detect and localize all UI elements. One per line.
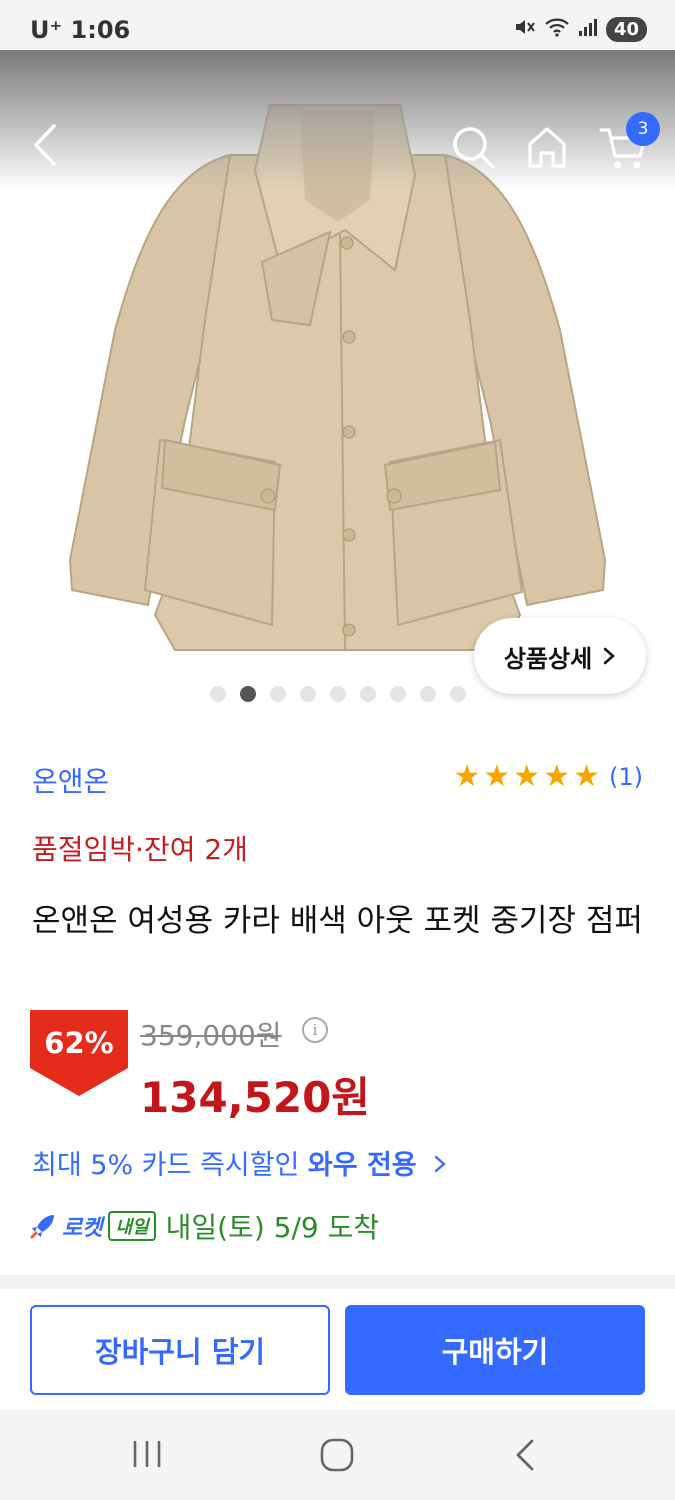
discount-rate: 62% [44, 1026, 114, 1060]
status-icons: 40 [514, 17, 647, 42]
section-divider [0, 1275, 675, 1289]
battery-indicator: 40 [605, 17, 647, 42]
brand-link[interactable]: 온앤온 [32, 760, 109, 800]
card-discount-promo[interactable]: 최대 5% 카드 즉시할인 와우 전용 [32, 1143, 447, 1182]
system-home-button[interactable] [318, 1436, 356, 1478]
info-icon[interactable]: i [302, 1017, 328, 1043]
gallery-dot[interactable] [419, 686, 436, 702]
rocket-tomorrow-tag: 내일 [108, 1211, 156, 1241]
gallery-dot[interactable] [209, 686, 226, 702]
back-arrow-icon [516, 1439, 534, 1471]
review-count[interactable]: (1) [609, 763, 643, 791]
rating-summary[interactable]: ★ ★ ★ ★ ★ (1) [453, 762, 643, 792]
recent-apps-button[interactable] [130, 1438, 164, 1474]
add-to-cart-button[interactable]: 장바구니 담기 [30, 1305, 330, 1395]
carrier-label: U⁺ [30, 16, 63, 44]
chevron-right-icon [603, 647, 616, 665]
signal-icon [578, 17, 598, 42]
buy-now-button[interactable]: 구매하기 [345, 1305, 645, 1395]
home-icon [528, 127, 566, 168]
star-icon: ★ [453, 759, 481, 794]
chevron-left-icon [34, 124, 56, 166]
product-image-gallery[interactable]: 3 상품상세 [0, 50, 675, 720]
rocket-label: 로켓 [62, 1216, 103, 1241]
status-carrier-time: U⁺ 1:06 [30, 16, 130, 44]
home-button[interactable] [522, 122, 572, 172]
sale-price: 134,520원 [140, 1073, 370, 1122]
gallery-dot[interactable] [449, 686, 466, 702]
gallery-dot[interactable] [299, 686, 316, 702]
system-back-button[interactable] [510, 1436, 540, 1478]
star-icon: ★ [573, 759, 600, 794]
star-rating: ★ ★ ★ ★ ★ [453, 762, 600, 792]
gallery-dot[interactable] [239, 686, 256, 702]
gallery-dot[interactable] [269, 686, 286, 702]
rocket-icon [30, 1215, 54, 1239]
original-price: 359,000원 [140, 1019, 282, 1052]
gallery-pagination[interactable] [0, 686, 675, 702]
chevron-right-icon [435, 1155, 446, 1173]
search-button[interactable] [448, 122, 498, 172]
header-gradient [0, 50, 675, 190]
wifi-icon [544, 17, 570, 42]
recent-apps-icon [133, 1441, 161, 1467]
gallery-dot[interactable] [359, 686, 376, 702]
discount-badge: 62% [30, 1010, 128, 1096]
product-detail-button[interactable]: 상품상세 [474, 618, 646, 694]
stock-notice: 품절임박·잔여 2개 [32, 833, 248, 866]
delivery-date: 내일(토) 5/9 도착 [165, 1211, 380, 1244]
home-circle-icon [320, 1438, 354, 1472]
rocket-delivery-info: 로켓 내일 내일(토) 5/9 도착 [30, 1206, 379, 1246]
star-icon: ★ [483, 759, 511, 794]
card-promo-highlight: 와우 전용 [307, 1150, 417, 1181]
gallery-dot[interactable] [329, 686, 346, 702]
system-navigation-bar [0, 1410, 675, 1500]
product-detail-label: 상품상세 [503, 644, 593, 673]
mute-icon [514, 17, 536, 42]
search-icon [453, 127, 495, 169]
back-button[interactable] [26, 120, 66, 170]
product-title: 온앤온 여성용 카라 배색 아웃 포켓 중기장 점퍼 [32, 903, 643, 939]
clock: 1:06 [70, 16, 131, 44]
gallery-dot[interactable] [389, 686, 406, 702]
star-icon: ★ [543, 759, 571, 794]
star-icon: ★ [513, 759, 541, 794]
card-promo-text: 최대 5% 카드 즉시할인 [32, 1150, 308, 1181]
cart-count-badge: 3 [626, 112, 660, 146]
